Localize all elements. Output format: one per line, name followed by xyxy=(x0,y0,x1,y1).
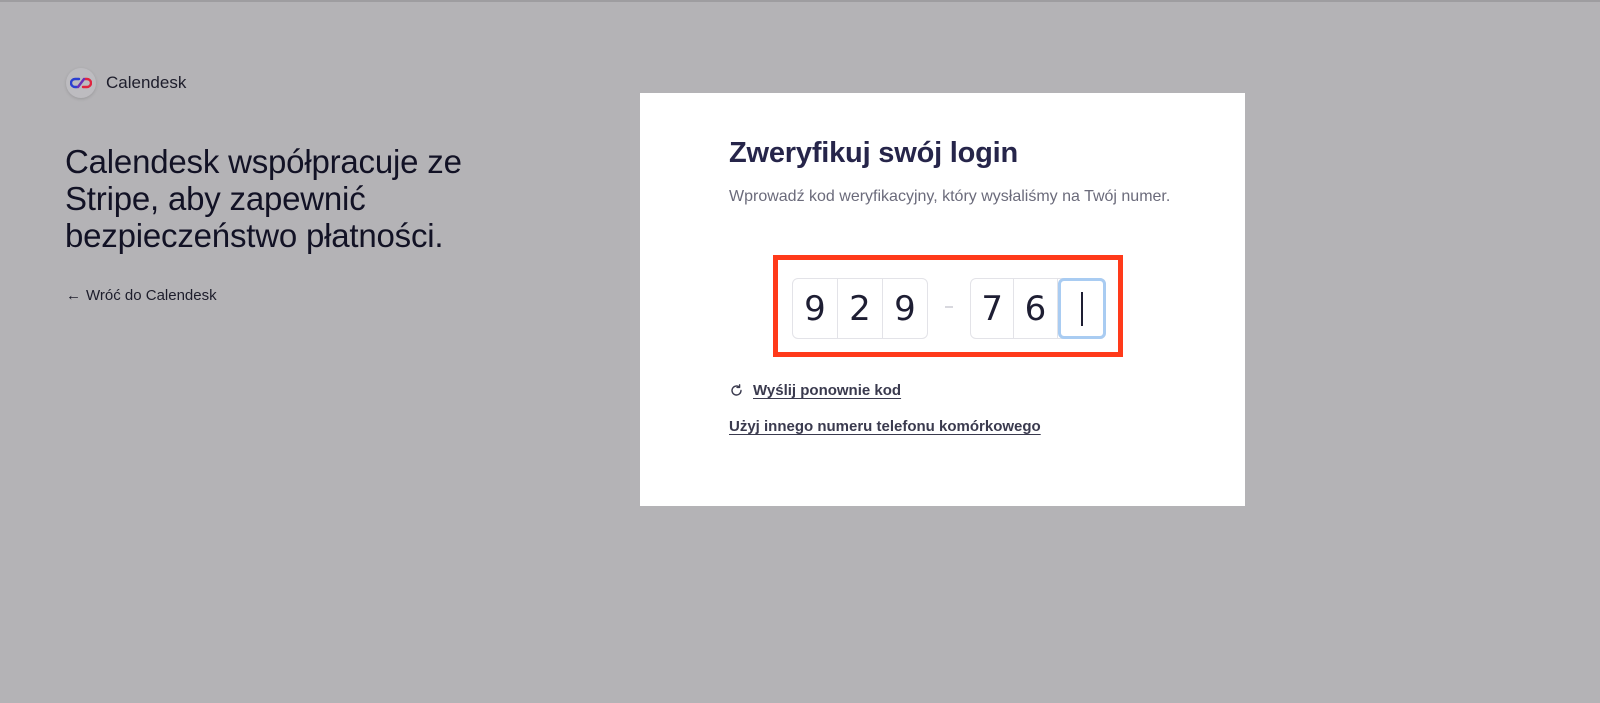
resend-code-label: Wyślij ponownie kod xyxy=(753,382,902,399)
refresh-icon xyxy=(729,384,743,398)
code-digit-input[interactable]: 9 xyxy=(793,279,838,338)
code-separator xyxy=(945,306,953,308)
card-subtitle: Wprowadź kod weryfikacyjny, który wysłal… xyxy=(729,188,1171,205)
calendesk-logo-icon xyxy=(66,68,96,98)
code-group-1: 9 2 9 xyxy=(792,278,928,339)
code-digit-input[interactable]: 2 xyxy=(838,279,883,338)
code-group-2: 7 6 xyxy=(970,278,1106,339)
code-digit-input[interactable]: 7 xyxy=(971,279,1015,338)
back-link-label: Wróć do Calendesk xyxy=(86,287,217,304)
back-link[interactable]: ← Wróć do Calendesk xyxy=(66,287,217,304)
page-headline: Calendesk współpracuje ze Stripe, aby za… xyxy=(65,143,462,254)
resend-code-button[interactable]: Wyślij ponownie kod xyxy=(729,382,901,399)
use-other-number-link[interactable]: Użyj innego numeru telefonu komórkowego xyxy=(729,418,1041,435)
code-digit-input-active[interactable] xyxy=(1057,278,1106,339)
code-digit-input[interactable]: 9 xyxy=(883,279,927,338)
text-caret xyxy=(1080,291,1083,326)
brand-name: Calendesk xyxy=(106,73,187,92)
card-title: Zweryfikuj swój login xyxy=(729,137,1019,169)
top-border xyxy=(0,0,1600,2)
verification-card: Zweryfikuj swój login Wprowadź kod weryf… xyxy=(640,93,1245,506)
brand: Calendesk xyxy=(66,68,186,98)
code-digit-input[interactable]: 6 xyxy=(1014,279,1058,338)
arrow-left-icon: ← xyxy=(66,287,81,304)
